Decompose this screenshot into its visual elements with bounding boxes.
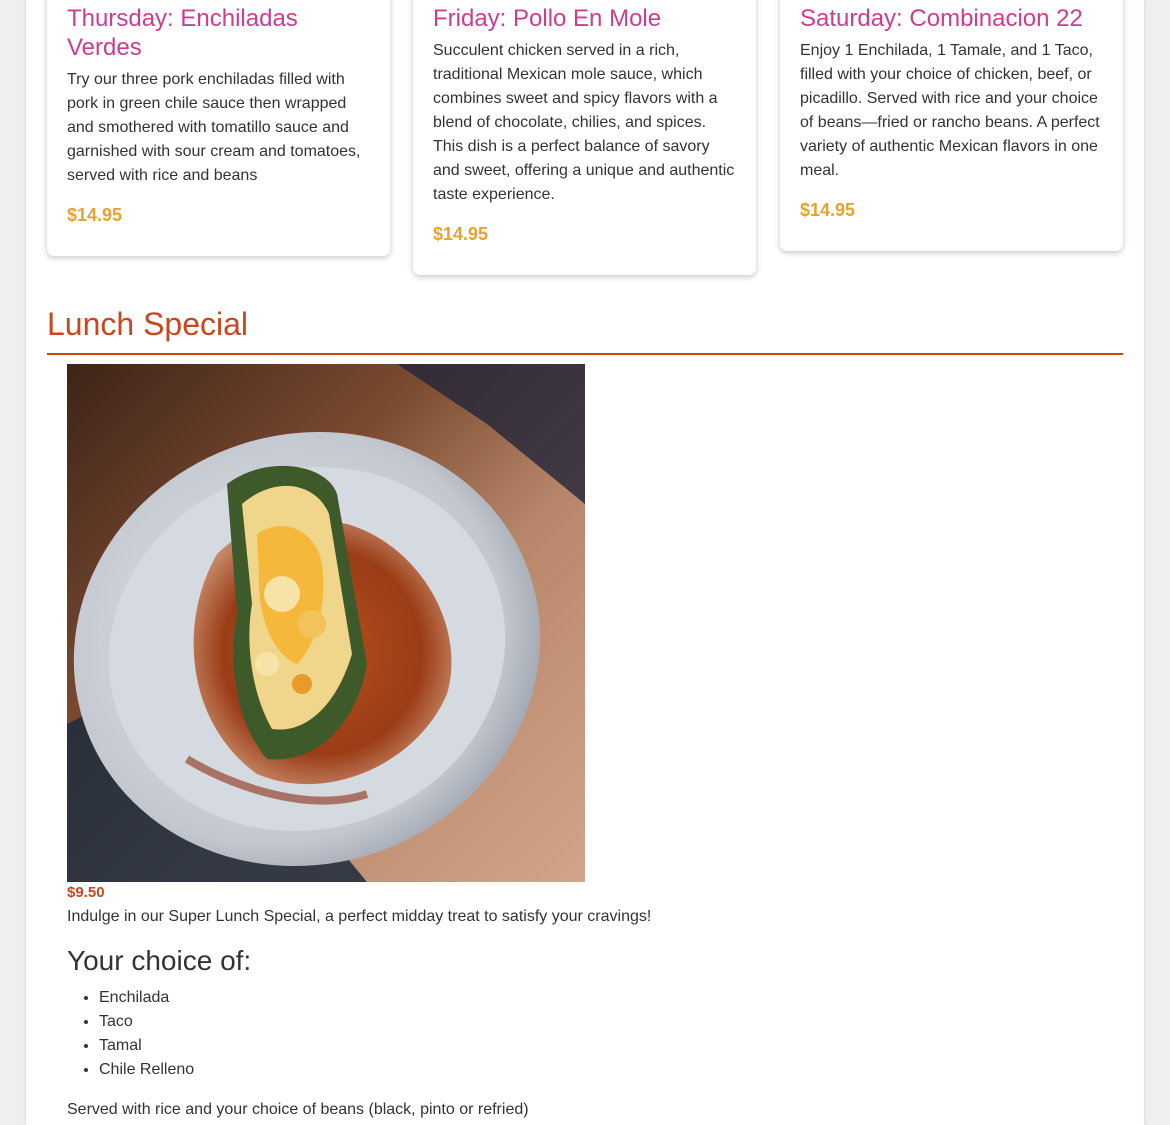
special-description: Succulent chicken served in a rich, trad… bbox=[433, 42, 735, 203]
list-item: Taco bbox=[99, 1010, 194, 1034]
special-description: Try our three pork enchiladas filled wit… bbox=[67, 71, 361, 184]
special-price: $14.95 bbox=[67, 205, 123, 225]
special-title: Saturday: Combinacion 22 bbox=[800, 5, 1083, 32]
special-card-thursday: Thursday: Enchiladas Verdes Try our thre… bbox=[47, 0, 390, 256]
special-card-saturday: Saturday: Combinacion 22 Enjoy 1 Enchila… bbox=[780, 0, 1123, 251]
choice-heading: Your choice of: bbox=[67, 945, 252, 976]
special-title: Thursday: Enchiladas Verdes bbox=[67, 5, 298, 61]
menu-page: Thursday: Enchiladas Verdes Try our thre… bbox=[26, 0, 1144, 1125]
list-item: Tamal bbox=[99, 1034, 194, 1058]
special-price: $14.95 bbox=[433, 224, 489, 244]
list-item: Chile Relleno bbox=[99, 1058, 194, 1082]
section-divider bbox=[47, 353, 1123, 355]
lunch-special-photo bbox=[67, 364, 585, 882]
section-title: Lunch Special bbox=[47, 306, 249, 342]
list-item: Enchilada bbox=[99, 986, 194, 1010]
special-description: Enjoy 1 Enchilada, 1 Tamale, and 1 Taco,… bbox=[800, 42, 1100, 179]
special-card-friday: Friday: Pollo En Mole Succulent chicken … bbox=[413, 0, 756, 275]
special-title: Friday: Pollo En Mole bbox=[433, 5, 662, 32]
served-with-note: Served with rice and your choice of bean… bbox=[67, 1101, 529, 1118]
special-price: $14.95 bbox=[800, 200, 856, 220]
lunch-special-description: Indulge in our Super Lunch Special, a pe… bbox=[67, 908, 652, 925]
choice-list: Enchilada Taco Tamal Chile Relleno bbox=[67, 986, 194, 1082]
lunch-special-price: $9.50 bbox=[67, 884, 105, 901]
